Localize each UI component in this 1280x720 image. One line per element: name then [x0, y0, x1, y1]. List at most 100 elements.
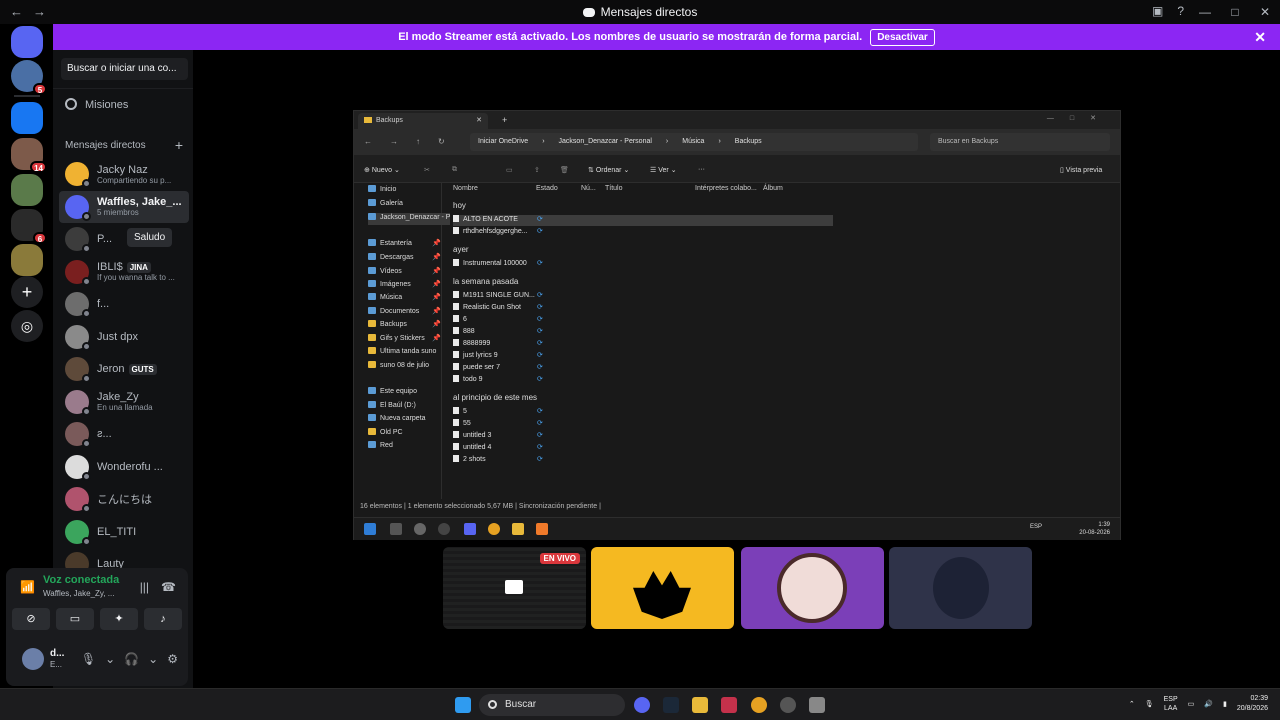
file-row[interactable]: untitled 4 ⟳: [453, 443, 833, 454]
participant-tile[interactable]: [591, 547, 734, 629]
more-icon[interactable]: ···: [698, 166, 705, 173]
help-icon[interactable]: ?: [1177, 4, 1184, 18]
nav-item[interactable]: Red: [368, 441, 393, 453]
file-row[interactable]: todo 9 ⟳: [453, 375, 833, 386]
file-row[interactable]: Realistic Gun Shot ⟳: [453, 303, 833, 314]
server-icon[interactable]: 14: [11, 138, 47, 173]
chrome-icon[interactable]: [751, 697, 767, 713]
column-header[interactable]: Estado: [536, 185, 558, 192]
group-header[interactable]: ayer: [453, 245, 469, 254]
server-icon[interactable]: [11, 174, 43, 206]
file-row[interactable]: 8888999 ⟳: [453, 339, 833, 350]
explorer-tab[interactable]: Backups ✕: [358, 113, 488, 129]
file-row[interactable]: 2 shots ⟳: [453, 455, 833, 466]
dm-item[interactable]: IBLI$ JINA If you wanna talk to ...: [59, 256, 189, 289]
dm-item[interactable]: P... Saludo: [59, 223, 189, 256]
group-header[interactable]: al principio de este mes: [453, 393, 537, 402]
facebook-server-icon[interactable]: [11, 102, 43, 134]
discover-icon[interactable]: ◎: [11, 310, 43, 342]
participant-tile[interactable]: [889, 547, 1032, 629]
nav-item[interactable]: suno 08 de julio: [368, 361, 429, 373]
file-row[interactable]: 5 ⟳: [453, 407, 833, 418]
server-icon[interactable]: [11, 244, 43, 276]
close-tab-icon[interactable]: ✕: [476, 116, 482, 124]
steam-icon[interactable]: [663, 697, 679, 713]
nav-item[interactable]: Estantería 📌: [368, 239, 441, 251]
server-icon[interactable]: 5: [11, 60, 47, 95]
dm-item[interactable]: こんにちは: [59, 483, 189, 516]
nav-item[interactable]: Old PC: [368, 428, 403, 440]
nav-item[interactable]: Este equipo: [368, 387, 417, 399]
nav-item[interactable]: Galería: [368, 199, 403, 211]
clock[interactable]: 02:39 20/8/2026: [1237, 694, 1268, 714]
new-dm-icon[interactable]: +: [175, 137, 183, 153]
new-button[interactable]: ⊕ Nuevo ⌄: [364, 166, 400, 174]
participant-tile[interactable]: [741, 547, 884, 629]
user-avatar[interactable]: [22, 648, 44, 670]
nav-item[interactable]: Descargas 📌: [368, 253, 441, 265]
gear-icon[interactable]: ⚙: [167, 652, 178, 666]
delete-icon[interactable]: 🗑: [560, 166, 569, 174]
disconnect-icon[interactable]: ☎: [161, 580, 176, 594]
nav-item[interactable]: El Baúl (D:): [368, 401, 416, 413]
inbox-icon[interactable]: ▣: [1152, 4, 1163, 18]
stream-view[interactable]: Backups ✕ + —□✕ ←→↑↻ Iniciar OneDrive › Jac…: [353, 110, 1121, 540]
preview-button[interactable]: ▯ Vista previa: [1060, 166, 1102, 174]
group-header[interactable]: la semana pasada: [453, 277, 518, 286]
close-banner-icon[interactable]: ✕: [1254, 29, 1266, 46]
minimize-icon[interactable]: —: [1190, 0, 1220, 24]
explorer-search-input[interactable]: Buscar en Backups: [930, 133, 1110, 151]
nav-item[interactable]: Documentos 📌: [368, 307, 441, 319]
dm-item[interactable]: ƨ...: [59, 418, 189, 451]
user-name[interactable]: d...: [50, 648, 64, 659]
network-icon[interactable]: ▭: [1188, 700, 1195, 708]
file-row[interactable]: M1911 SINGLE GUN... ⟳: [453, 291, 833, 302]
nav-item[interactable]: Backups 📌: [368, 320, 441, 332]
app-icon[interactable]: [780, 697, 796, 713]
activities-icon[interactable]: ✦: [100, 608, 138, 630]
deactivate-button[interactable]: Desactivar: [870, 28, 935, 46]
volume-icon[interactable]: 🔊: [1204, 700, 1213, 708]
cut-icon[interactable]: ✂: [424, 166, 430, 174]
file-row[interactable]: 888 ⟳: [453, 327, 833, 338]
column-header[interactable]: Álbum: [763, 185, 783, 192]
dm-item[interactable]: Wonderofu ...: [59, 451, 189, 484]
voice-channel[interactable]: Waffles, Jake_Zy, ...: [43, 589, 114, 598]
dm-item[interactable]: Jacky Naz Compartiendo su p...: [59, 158, 189, 191]
column-header[interactable]: Título: [605, 185, 623, 192]
column-header[interactable]: Intérpretes colabo...: [695, 185, 757, 192]
nav-item[interactable]: Jackson_Denazcar - P: [368, 213, 451, 225]
headphones-icon[interactable]: 🎧: [124, 652, 139, 666]
app-icon[interactable]: [809, 697, 825, 713]
stream-tile[interactable]: EN VIVO: [443, 547, 586, 629]
file-row[interactable]: Instrumental 100000 ⟳: [453, 259, 833, 270]
microphone-icon[interactable]: 🎙: [1145, 700, 1154, 708]
dm-item[interactable]: Jeron GUTS: [59, 353, 189, 386]
dm-item[interactable]: Just dpx: [59, 321, 189, 354]
nav-item[interactable]: Inicio: [368, 185, 396, 197]
soundboard-icon[interactable]: ♪: [144, 608, 182, 630]
windows-start-icon[interactable]: [455, 697, 471, 713]
file-row[interactable]: 55 ⟳: [453, 419, 833, 430]
nav-item[interactable]: Música 📌: [368, 293, 441, 305]
new-tab-icon[interactable]: +: [502, 115, 507, 125]
dm-item[interactable]: f...: [59, 288, 189, 321]
signal-icon[interactable]: 📶: [20, 580, 35, 594]
discord-home-icon[interactable]: [11, 26, 43, 58]
file-row[interactable]: rthdhehfsdggerghe... ⟳: [453, 227, 833, 238]
nav-item[interactable]: Ultima tanda suno: [368, 347, 436, 359]
wave-button[interactable]: Saludo: [127, 228, 173, 247]
breadcrumb[interactable]: Iniciar OneDrive › Jackson_Denazcar - Pers…: [470, 133, 918, 151]
file-row[interactable]: ALTO EN ACOTE ⟳: [453, 215, 833, 226]
nav-item[interactable]: Nueva carpeta: [368, 414, 426, 426]
discord-taskbar-icon[interactable]: [634, 697, 650, 713]
nav-item[interactable]: Vídeos 📌: [368, 267, 441, 279]
sort-button[interactable]: ⇅ Ordenar ⌄: [588, 166, 629, 174]
chevron-down-icon[interactable]: ⌄: [105, 652, 115, 666]
file-explorer-icon[interactable]: [692, 697, 708, 713]
share-icon[interactable]: ⇪: [534, 166, 540, 174]
file-row[interactable]: puede ser 7 ⟳: [453, 363, 833, 374]
chevron-up-icon[interactable]: ⌃: [1129, 700, 1135, 708]
camera-off-icon[interactable]: ⊘: [12, 608, 50, 630]
nav-item[interactable]: Imágenes 📌: [368, 280, 441, 292]
